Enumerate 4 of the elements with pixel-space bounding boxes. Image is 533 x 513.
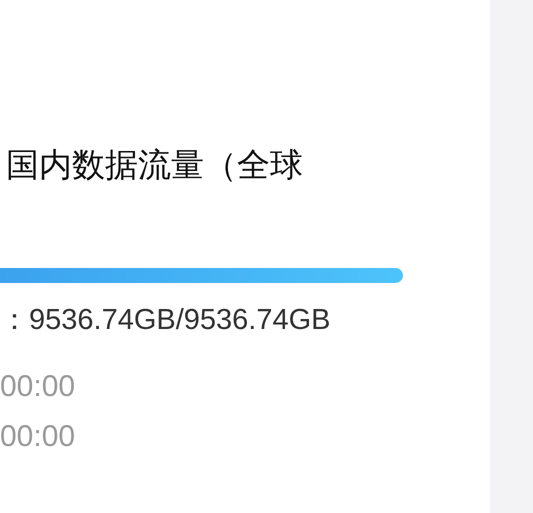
usage-reading: ：9536.74GB/9536.74GB: [0, 303, 332, 338]
plan-title: 国内数据流量（全球: [6, 145, 304, 185]
time-text: 00:00: [0, 419, 76, 455]
time-text: 00:00: [0, 369, 76, 405]
